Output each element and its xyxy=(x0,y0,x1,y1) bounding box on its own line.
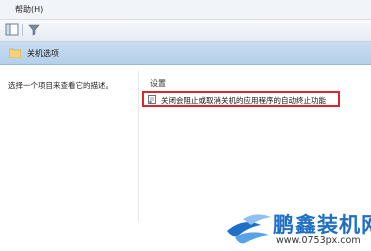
toolbar-separator xyxy=(22,24,23,36)
folder-icon xyxy=(9,48,21,58)
toolbar xyxy=(0,20,371,42)
filter-icon[interactable] xyxy=(27,23,41,36)
policy-setting-icon xyxy=(148,95,156,104)
nav-header: 关机选项 xyxy=(0,42,371,65)
settings-column-header[interactable]: 设置 xyxy=(150,78,166,89)
menu-bar: 帮助(H) xyxy=(0,0,371,20)
show-hide-pane-icon[interactable] xyxy=(5,23,19,36)
brand-logo-icon xyxy=(227,214,271,244)
setting-label: 关闭会阻止或取消关机的应用程序的自动终止功能 xyxy=(161,96,326,105)
description-text: 选择一个项目来查看它的描述。 xyxy=(8,81,113,90)
setting-row-auto-terminate[interactable]: 关闭会阻止或取消关机的应用程序的自动终止功能 xyxy=(142,91,340,107)
pane-divider xyxy=(138,71,139,221)
watermark-url: www.0753px.com xyxy=(276,235,361,246)
menu-help[interactable]: 帮助(H) xyxy=(15,4,43,15)
watermark: 鹏鑫装机网 www.0753px.com xyxy=(225,205,371,251)
nav-title: 关机选项 xyxy=(27,49,59,58)
